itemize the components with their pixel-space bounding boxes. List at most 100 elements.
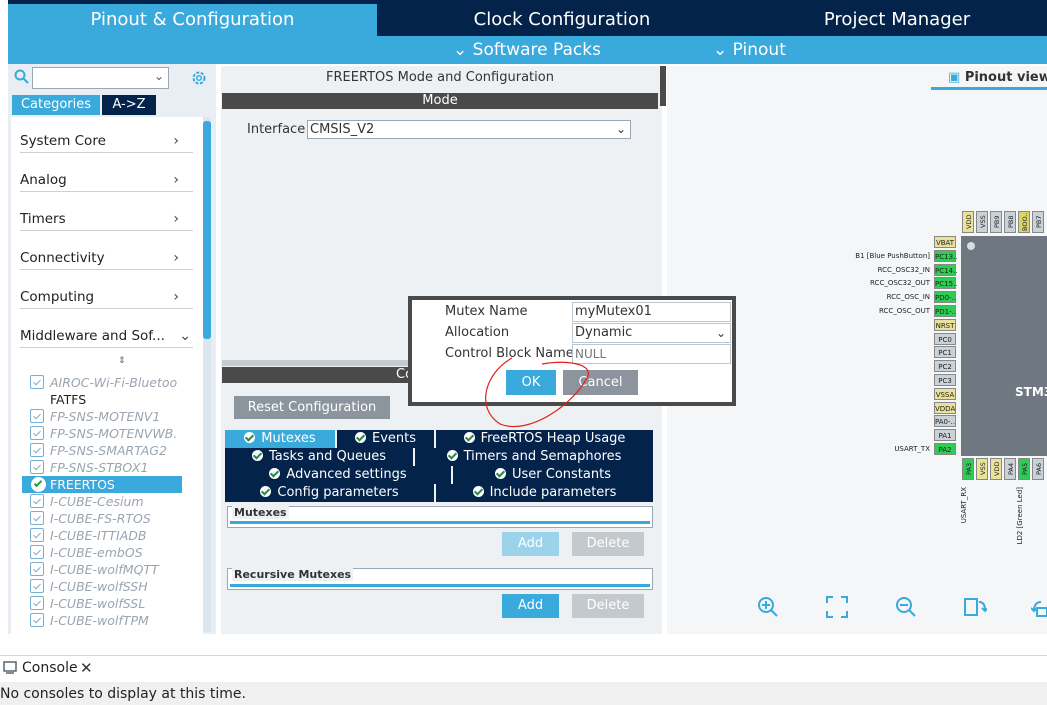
pin-top-pb9[interactable]: PB9 xyxy=(990,211,1002,233)
red-annotation-circle xyxy=(485,357,589,427)
left-scrollbar-thumb[interactable] xyxy=(203,121,211,339)
categories-toggle[interactable]: Categories xyxy=(12,95,100,115)
recursive-delete-button[interactable]: Delete xyxy=(572,594,644,618)
pin-bottom-pa3[interactable]: PA3 xyxy=(962,458,974,480)
mutexes-delete-button[interactable]: Delete xyxy=(572,532,644,556)
tab-label: FreeRTOS Heap Usage xyxy=(480,431,626,446)
tab-config-parameters[interactable]: Config parameters xyxy=(225,484,434,502)
pin-nrst[interactable]: NRST xyxy=(934,318,956,331)
pin-vbat[interactable]: VBAT xyxy=(934,236,956,248)
pinout-view-tab[interactable]: ▣ Pinout view xyxy=(948,70,1047,85)
middleware-label: I-CUBE-wolfTPM xyxy=(50,613,149,628)
pin-top-vss[interactable]: VSS xyxy=(976,211,988,233)
middleware-item[interactable]: FP-SNS-STBOX1 xyxy=(22,459,182,476)
control-block-name-input[interactable] xyxy=(572,344,731,364)
tab-freertos-heap-usage[interactable]: FreeRTOS Heap Usage xyxy=(436,430,653,448)
tab-tasks-and-queues[interactable]: Tasks and Queues xyxy=(225,448,413,466)
pin-top-pb7[interactable]: PB7 xyxy=(1032,211,1044,233)
tab-clock-configuration[interactable]: Clock Configuration xyxy=(379,4,745,36)
pin-pa0[interactable]: PA0-.. xyxy=(934,415,956,428)
recursive-mutexes-label: Recursive Mutexes xyxy=(232,568,354,581)
fit-screen-icon[interactable] xyxy=(826,596,848,622)
zoom-in-icon[interactable] xyxy=(757,596,779,622)
tab-events[interactable]: Events xyxy=(337,430,434,448)
pin-pa2[interactable]: PA2 xyxy=(934,443,956,455)
pin-signal-label: RCC_OSC32_OUT xyxy=(870,279,930,288)
pin-pd0[interactable]: PD0-.. xyxy=(934,291,956,304)
pin-top-boo[interactable]: BOO.. xyxy=(1018,211,1030,233)
pin-signal-label: B1 [Blue PushButton] xyxy=(855,251,930,260)
pin-top-vdd[interactable]: VDD xyxy=(962,211,974,233)
pin-vdda[interactable]: VDDA xyxy=(934,401,956,414)
close-icon[interactable]: ✕ xyxy=(80,659,93,677)
category-computing[interactable]: Computing › xyxy=(20,285,193,309)
rotate-icon[interactable] xyxy=(963,596,989,622)
tab-mutexes[interactable]: Mutexes xyxy=(225,430,335,448)
search-input[interactable]: ⌄ xyxy=(32,67,169,89)
sort-icon[interactable]: ⇕ xyxy=(118,356,126,366)
middleware-item-freertos[interactable]: FREERTOS xyxy=(22,476,182,493)
pin-bottom-vdd[interactable]: VDD xyxy=(990,458,1002,480)
software-packs-menu[interactable]: ⌄ Software Packs xyxy=(453,39,601,61)
pin-bottom-pa6[interactable]: PA6 xyxy=(1032,458,1044,480)
allocation-select[interactable]: Dynamic ⌄ xyxy=(572,323,731,343)
download-icon xyxy=(30,494,44,508)
pin-pc14[interactable]: PC14.. xyxy=(934,263,957,276)
pin-vssa[interactable]: VSSA xyxy=(934,387,956,400)
mutexes-group xyxy=(227,506,653,528)
pin-pc2[interactable]: PC2 xyxy=(934,360,956,373)
category-connectivity[interactable]: Connectivity › xyxy=(20,246,193,270)
pin-pc13[interactable]: PC13.. xyxy=(934,249,957,262)
pin-pa1[interactable]: PA1 xyxy=(934,429,956,442)
gear-icon[interactable] xyxy=(190,69,208,91)
pin-pc0[interactable]: PC0 xyxy=(934,332,956,345)
reset-configuration-button[interactable]: Reset Configuration xyxy=(234,396,390,419)
middleware-item[interactable]: I-CUBE-wolfMQTT xyxy=(22,561,182,578)
collapse-handle[interactable] xyxy=(660,66,666,106)
tab-advanced-settings[interactable]: Advanced settings xyxy=(225,466,451,484)
middleware-item[interactable]: I-CUBE-wolfSSH xyxy=(22,578,182,595)
pinout-view-label: Pinout view xyxy=(964,70,1047,85)
middleware-item[interactable]: FP-SNS-SMARTAG2 xyxy=(22,442,182,459)
middleware-item[interactable]: I-CUBE-embOS xyxy=(22,544,182,561)
console-message: No consoles to display at this time. xyxy=(0,686,246,702)
tab-project-manager[interactable]: Project Manager xyxy=(747,4,1047,36)
chevron-down-icon: ⌄ xyxy=(713,40,733,60)
pin-pc15[interactable]: PC15.. xyxy=(934,277,957,290)
rotate-left-icon[interactable] xyxy=(1030,596,1047,622)
category-analog[interactable]: Analog › xyxy=(20,168,193,192)
recursive-add-button[interactable]: Add xyxy=(502,594,559,618)
pin-bottom-vss[interactable]: VSS xyxy=(976,458,988,480)
middleware-item[interactable]: I-CUBE-FS-RTOS xyxy=(22,510,182,527)
category-timers[interactable]: Timers › xyxy=(20,207,193,231)
category-middleware[interactable]: Middleware and Sof... ⌄ xyxy=(20,324,193,348)
mutex-name-input[interactable]: myMutex01 xyxy=(572,302,731,322)
a-z-toggle[interactable]: A->Z xyxy=(102,95,156,115)
middleware-item[interactable]: AIROC-Wi-Fi-Bluetoo xyxy=(22,374,182,391)
pin-top-pb8[interactable]: PB8 xyxy=(1004,211,1016,233)
pin-bottom-pa4[interactable]: PA4 xyxy=(1004,458,1016,480)
tab-pinout-configuration[interactable]: Pinout & Configuration xyxy=(8,4,377,36)
mutexes-add-button[interactable]: Add xyxy=(502,532,559,556)
tab-timers-and-semaphores[interactable]: Timers and Semaphores xyxy=(415,448,653,466)
middleware-item[interactable]: FATFS xyxy=(22,391,182,408)
tab-include-parameters[interactable]: Include parameters xyxy=(436,484,653,502)
pin-pd1[interactable]: PD1-.. xyxy=(934,305,956,317)
interface-select[interactable]: CMSIS_V2 ⌄ xyxy=(307,120,631,139)
chevron-right-icon: › xyxy=(173,172,179,188)
middleware-item[interactable]: I-CUBE-wolfTPM xyxy=(22,612,182,629)
category-system-core[interactable]: System Core › xyxy=(20,129,193,153)
tab-user-constants[interactable]: User Constants xyxy=(453,466,653,484)
pin-pc1[interactable]: PC1 xyxy=(934,346,956,359)
middleware-item[interactable]: FP-SNS-MOTENV1 xyxy=(22,408,182,425)
pin-bottom-pa5[interactable]: PA5 xyxy=(1018,458,1030,480)
console-tab[interactable]: Console xyxy=(22,660,78,676)
pinout-menu[interactable]: ⌄ Pinout xyxy=(713,39,786,61)
usart-rx-label: USART_RX xyxy=(960,487,968,524)
middleware-item[interactable]: FP-SNS-MOTENVWB. xyxy=(22,425,182,442)
pin-pc3[interactable]: PC3 xyxy=(934,374,956,386)
middleware-item[interactable]: I-CUBE-ITTIADB xyxy=(22,527,182,544)
middleware-item[interactable]: I-CUBE-wolfSSL xyxy=(22,595,182,612)
zoom-out-icon[interactable] xyxy=(895,596,917,622)
middleware-item[interactable]: I-CUBE-Cesium xyxy=(22,493,182,510)
